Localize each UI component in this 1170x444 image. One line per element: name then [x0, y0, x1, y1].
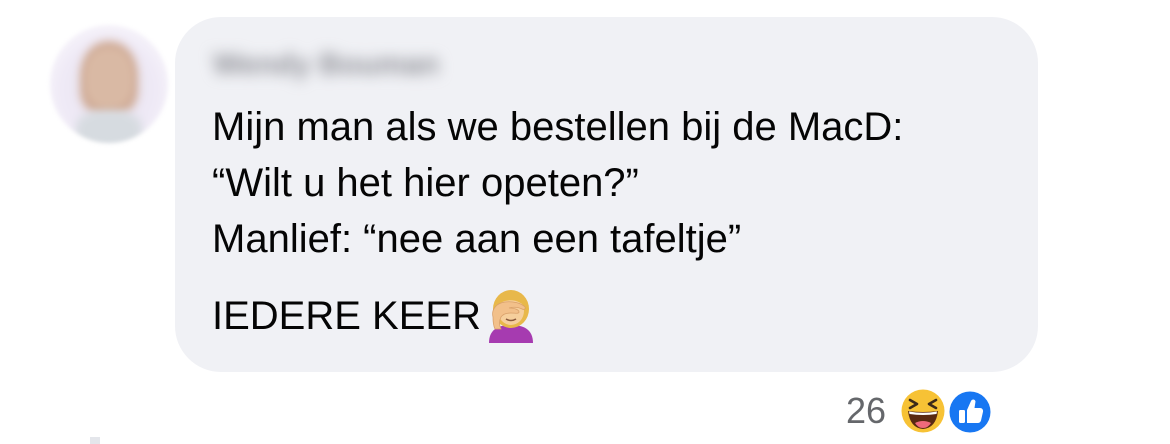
woman-facepalming-icon: [483, 287, 539, 358]
haha-icon: [898, 386, 948, 441]
comment-line-2: “Wilt u het hier opeten?”: [212, 161, 639, 205]
comment-line-4: IEDERE KEER: [212, 287, 1012, 358]
author-name[interactable]: Wendy Bouman: [213, 45, 439, 85]
avatar[interactable]: [50, 25, 168, 143]
avatar-face: [86, 49, 132, 107]
comment-line-3: Manlief: “nee aan een tafeltje”: [212, 217, 742, 261]
comment-text: Mijn man als we bestellen bij de MacD: “…: [212, 99, 1012, 358]
avatar-shoulders: [76, 111, 142, 143]
comment-row: Wendy Bouman Mijn man als we bestellen b…: [0, 0, 1170, 444]
reactions-summary[interactable]: 26: [846, 386, 998, 436]
comment-last-line-text: IEDERE KEER: [212, 294, 481, 338]
reaction-count[interactable]: 26: [846, 390, 886, 432]
like-icon: [946, 388, 994, 441]
comment-line-1: Mijn man als we bestellen bij de MacD:: [212, 105, 904, 149]
divider-fragment: [90, 437, 100, 444]
reaction-icons[interactable]: [898, 386, 998, 436]
comment-bubble: Wendy Bouman Mijn man als we bestellen b…: [175, 17, 1038, 372]
